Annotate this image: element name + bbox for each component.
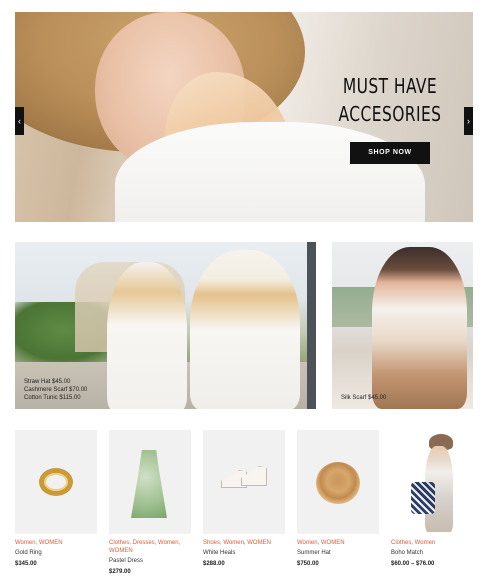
caption-line: Cashmere Scarf $70.00 xyxy=(24,387,88,393)
banner-image-model xyxy=(372,247,467,409)
promo-banner-scarf[interactable]: Silk Scarf $45.00 xyxy=(332,242,473,409)
slider-prev-arrow-icon[interactable]: ‹ xyxy=(15,107,24,135)
product-price: $60.00 – $76.00 xyxy=(391,561,435,567)
banner-caption: Straw Hat $45.00 Cashmere Scarf $70.00 C… xyxy=(24,378,87,402)
caption-line: Straw Hat $45.00 xyxy=(24,379,71,385)
hero-text: MUST HAVE ACCESORIES SHOP NOW xyxy=(320,72,460,164)
shop-now-button[interactable]: SHOP NOW xyxy=(350,142,430,164)
hero-title-line2: ACCESORIES xyxy=(338,102,442,126)
product-categories[interactable]: Clothes, Dresses, Women, WOMEN xyxy=(109,539,191,555)
slider-next-arrow-icon[interactable]: › xyxy=(464,107,473,135)
gold-ring-icon xyxy=(39,468,73,496)
product-card[interactable]: Clothes, Dresses, Women, WOMEN Pastel Dr… xyxy=(109,430,191,576)
dress-icon xyxy=(131,450,167,518)
banner-caption: Silk Scarf $45.00 xyxy=(341,394,386,402)
product-image[interactable] xyxy=(109,430,191,534)
product-price: $345.00 xyxy=(15,561,37,567)
product-image[interactable] xyxy=(297,430,379,534)
product-name[interactable]: Boho Match xyxy=(391,549,473,557)
product-price: $279.00 xyxy=(109,569,131,575)
product-card[interactable]: Clothes, Women Boho Match $60.00 – $76.0… xyxy=(391,430,473,568)
product-card[interactable]: Women, WOMEN Summer Hat $750.00 xyxy=(297,430,379,568)
product-categories[interactable]: Women, WOMEN xyxy=(297,539,379,547)
hero-title-line1: MUST HAVE xyxy=(342,74,438,98)
product-name[interactable]: Summer Hat xyxy=(297,549,379,557)
hero-slider: MUST HAVE ACCESORIES SHOP NOW ‹ › xyxy=(15,12,473,222)
product-image[interactable] xyxy=(203,430,285,534)
caption-line: Silk Scarf $45.00 xyxy=(341,395,387,401)
bag-icon xyxy=(411,482,435,514)
boho-model-image xyxy=(391,430,473,534)
product-categories[interactable]: Women, WOMEN xyxy=(15,539,97,547)
product-card[interactable]: Women, WOMEN Gold Ring $345.00 xyxy=(15,430,97,568)
heel-shoe-icon xyxy=(241,466,267,486)
promo-banner-outfit[interactable]: Straw Hat $45.00 Cashmere Scarf $70.00 C… xyxy=(15,242,316,409)
banner-image-model-right xyxy=(190,250,300,409)
product-categories[interactable]: Clothes, Women xyxy=(391,539,473,547)
product-image[interactable] xyxy=(391,430,473,534)
product-name[interactable]: Gold Ring xyxy=(15,549,97,557)
banner-image-pole xyxy=(307,242,316,409)
caption-line: Cotton Tunic $115.00 xyxy=(24,395,81,401)
product-name[interactable]: White Heals xyxy=(203,549,285,557)
product-categories[interactable]: Shoes, Women, WOMEN xyxy=(203,539,285,547)
banner-image-model-left xyxy=(107,262,187,409)
product-price: $288.00 xyxy=(203,561,225,567)
product-image[interactable] xyxy=(15,430,97,534)
straw-hat-icon xyxy=(316,462,360,504)
product-card[interactable]: Shoes, Women, WOMEN White Heals $288.00 xyxy=(203,430,285,568)
product-price: $750.00 xyxy=(297,561,319,567)
product-name[interactable]: Pastel Dress xyxy=(109,557,191,565)
